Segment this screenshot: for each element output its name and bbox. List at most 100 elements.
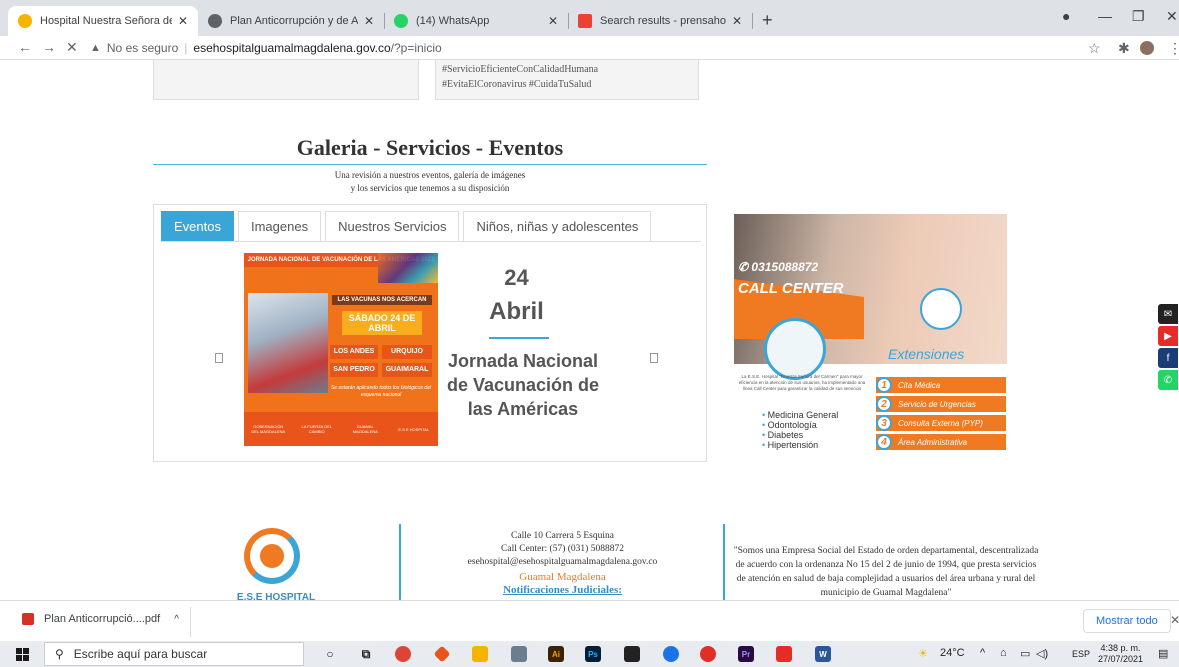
battery-icon[interactable]: ▭ (1020, 647, 1030, 660)
git-icon[interactable] (433, 645, 451, 663)
event-divider (489, 337, 549, 339)
task-view-icon[interactable]: ⧉ (358, 646, 374, 662)
taskbar-search[interactable]: ⚲ Escribe aquí para buscar (44, 642, 304, 666)
footer-place: Guamal Magdalena (519, 571, 606, 583)
minimize-button[interactable]: — (1098, 8, 1112, 24)
close-tab-icon[interactable]: ✕ (364, 14, 374, 28)
close-window-button[interactable]: ✕ (1166, 8, 1178, 25)
url-domain: esehospitalguamalmagdalena.gov.co (193, 41, 391, 55)
cortana-circle-icon[interactable]: ○ (322, 646, 338, 662)
photoshop-icon[interactable]: Ps (585, 646, 601, 662)
footer-logo-text: E.S.E HOSPITAL (236, 592, 316, 600)
tab-title: Search results - prensahospitalgu (600, 15, 726, 27)
poster-footer: GOBERNACIÓN DEL MAGDALENA LA FUERZA DEL … (244, 412, 438, 446)
back-arrow-icon[interactable]: ← (18, 39, 32, 55)
youtube-icon[interactable]: ▶ (1158, 326, 1178, 346)
menu-dots-icon[interactable]: ⋮ (1168, 40, 1179, 57)
ad-services-list: Medicina General Odontología Diabetes Hi… (762, 410, 839, 450)
clock[interactable]: 4:38 p. m. 27/07/2021 (1098, 643, 1143, 665)
file-explorer-icon[interactable] (472, 646, 488, 662)
footer-notifications-link[interactable]: Notificaciones Judiciales: (430, 584, 695, 597)
poster-badge: LAS VACUNAS NOS ACERCAN (332, 295, 432, 305)
globe-icon (208, 14, 222, 28)
extension-item: 4 Área Administrativa (876, 434, 1006, 450)
close-tab-icon[interactable]: ✕ (178, 14, 188, 28)
tab-ninos[interactable]: Niños, niñas y adolescentes (463, 211, 652, 241)
chrome-icon[interactable] (395, 646, 411, 662)
bookmark-star-icon[interactable]: ☆ (1088, 40, 1101, 57)
volume-icon[interactable]: ◁) (1036, 647, 1048, 660)
hospital-logo-icon (920, 288, 962, 330)
footer-email[interactable]: esehospital@esehospitalguamalmagdalena.g… (430, 556, 695, 569)
windows-start-icon[interactable] (16, 648, 29, 661)
ad-phone: ✆ 0315088872 (738, 260, 819, 274)
email-icon[interactable]: ✉ (1158, 304, 1178, 324)
profile-dot-icon[interactable]: ● (1062, 8, 1070, 24)
whatsapp-icon[interactable]: ✆ (1158, 370, 1178, 390)
browser-tab-gmail[interactable]: Search results - prensahospitalgu ✕ (568, 6, 752, 36)
forward-arrow-icon[interactable]: → (42, 39, 56, 55)
clock-time: 4:38 p. m. (1100, 643, 1141, 653)
vaccination-photo (248, 293, 328, 393)
gallery-tabs: Eventos Imagenes Nuestros Servicios Niño… (161, 211, 655, 241)
address-toolbar: ← → ✕ ▲ No es seguro | esehospitalguamal… (0, 36, 1179, 60)
extension-number: 2 (876, 396, 892, 412)
page-content: #ServicioEficienteConCalidadHumana #Evit… (0, 60, 1179, 600)
notifications-icon[interactable]: ▤ (1158, 647, 1168, 660)
extension-number: 3 (876, 415, 892, 431)
new-tab-button[interactable]: + (762, 10, 773, 31)
restore-button[interactable]: ❐ (1132, 8, 1145, 25)
close-tab-icon[interactable]: ✕ (732, 14, 742, 28)
stop-loading-icon[interactable]: ✕ (66, 39, 78, 56)
search-icon: ⚲ (55, 647, 64, 661)
footer-address: Calle 10 Carrera 5 Esquina (511, 531, 614, 541)
weather-icon[interactable]: ☀ (918, 647, 928, 660)
warning-triangle-icon[interactable]: ▲ (90, 42, 101, 54)
illustrator-icon[interactable]: Ai (548, 646, 564, 662)
store-bag-icon[interactable] (624, 646, 640, 662)
browser-tab-plan[interactable]: Plan Anticorrupción y de Atenció ✕ (198, 6, 384, 36)
app-icon[interactable] (511, 646, 527, 662)
opera-icon[interactable] (700, 646, 716, 662)
download-filename: Plan Anticorrupció....pdf (44, 613, 161, 625)
acrobat-icon[interactable] (776, 646, 792, 662)
tab-imagenes[interactable]: Imagenes (237, 211, 322, 241)
extensions-puzzle-icon[interactable]: ✱ (1118, 40, 1130, 57)
tray-chevron-icon[interactable]: ^ (980, 647, 985, 659)
vaccination-poster[interactable]: JORNADA NACIONAL DE VACUNACIÓN DE LAS AM… (244, 253, 438, 446)
carousel-next-button[interactable] (650, 353, 658, 363)
downloads-bar: Plan Anticorrupció....pdf ^ Mostrar todo… (0, 600, 1179, 641)
language-indicator[interactable]: ESP (1072, 649, 1090, 659)
premiere-icon[interactable]: Pr (738, 646, 754, 662)
carousel-prev-button[interactable] (215, 353, 223, 363)
word-icon[interactable]: W (815, 646, 831, 662)
network-icon[interactable]: ⌂ (1000, 647, 1007, 659)
browser-tab-whatsapp[interactable]: (14) WhatsApp ✕ (384, 6, 568, 36)
service-item: Diabetes (762, 430, 838, 440)
poster-note: Se estarán aplicando todos los biológico… (330, 385, 432, 398)
poster-place: SAN PEDRO (330, 363, 378, 377)
url-path: /?p=inicio (390, 41, 442, 55)
address-divider: | (184, 41, 188, 55)
call-center-ad[interactable]: ✆ 0315088872 CALL CENTER Extensiones La … (734, 214, 1007, 451)
address-bar[interactable]: ▲ No es seguro | esehospitalguamalmagdal… (90, 37, 1090, 59)
event-day: 24 (504, 265, 529, 290)
hashtag-line: #ServicioEficienteConCalidadHumana (442, 64, 599, 75)
temperature[interactable]: 24°C (940, 647, 965, 659)
tab-eventos[interactable]: Eventos (161, 211, 234, 241)
tab-nuestros-servicios[interactable]: Nuestros Servicios (325, 211, 460, 241)
chevron-up-icon[interactable]: ^ (174, 614, 179, 625)
show-all-button[interactable]: Mostrar todo (1083, 609, 1171, 633)
edge-icon[interactable] (663, 646, 679, 662)
tab-title: (14) WhatsApp (416, 15, 490, 27)
close-downloads-icon[interactable]: ✕ (1170, 613, 1179, 627)
facebook-icon[interactable]: f (1158, 348, 1178, 368)
poster-footer-logo: LA FUERZA DEL CAMBIO (301, 424, 332, 434)
ad-phone-number: 0315088872 (751, 260, 819, 274)
download-item[interactable]: Plan Anticorrupció....pdf ^ (22, 613, 179, 625)
close-tab-icon[interactable]: ✕ (548, 14, 558, 28)
browser-tab-hospital[interactable]: Hospital Nuestra Señora del Car ✕ (8, 6, 198, 36)
event-title: Jornada Nacional de Vacunación de las Am… (446, 351, 600, 419)
poster-footer-logo: E.S.E HOSPITAL (398, 426, 430, 432)
profile-avatar[interactable] (1140, 41, 1154, 55)
